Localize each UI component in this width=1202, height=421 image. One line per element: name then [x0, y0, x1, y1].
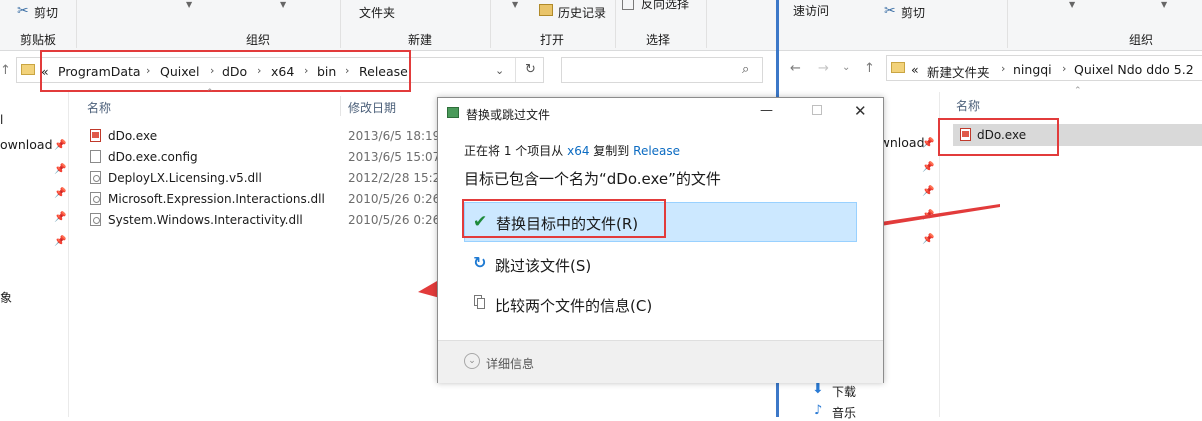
close-button[interactable]: ✕: [854, 102, 867, 120]
dialog-title: 替换或跳过文件: [466, 108, 551, 122]
compare-option-button[interactable]: 比较两个文件的信息(C): [464, 284, 857, 324]
skip-option-label: 跳过该文件(S): [495, 257, 592, 275]
compare-option-label: 比较两个文件的信息(C): [495, 297, 653, 315]
dialog-headline: 目标已包含一个名为“dDo.exe”的文件: [464, 170, 721, 188]
maximize-button[interactable]: [812, 105, 822, 115]
details-toggle[interactable]: 详细信息: [486, 355, 534, 372]
annotation-replace-box: [462, 199, 666, 238]
skip-option-button[interactable]: ↻ 跳过该文件(S): [464, 244, 857, 284]
destination-folder-link[interactable]: Release: [633, 144, 680, 158]
minimize-button[interactable]: —: [760, 103, 773, 118]
copy-files-icon: [447, 107, 459, 118]
dialog-title-bar[interactable]: 替换或跳过文件 — ✕: [438, 98, 883, 128]
skip-icon: ↻: [473, 253, 487, 272]
dialog-footer: ⌄ 详细信息: [438, 340, 883, 383]
chevron-down-circle-icon[interactable]: ⌄: [464, 353, 480, 369]
source-folder-link[interactable]: x64: [567, 144, 589, 158]
replace-or-skip-dialog: 替换或跳过文件 — ✕ 正在将 1 个项目从 x64 复制到 Release 目…: [437, 97, 884, 383]
copy-info-line: 正在将 1 个项目从 x64 复制到 Release: [464, 142, 680, 159]
compare-icon-back: [477, 298, 485, 309]
copy-prefix: 正在将 1 个项目从: [464, 144, 564, 158]
copy-middle: 复制到: [593, 144, 630, 158]
